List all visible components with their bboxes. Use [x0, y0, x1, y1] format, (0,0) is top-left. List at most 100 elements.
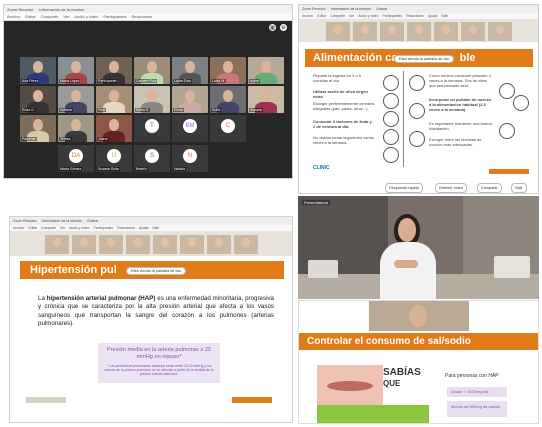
presenter-hands — [394, 260, 418, 268]
participant-avatar[interactable]: C — [210, 115, 246, 142]
bullet-item: Añadir < 1500mg/día — [447, 387, 507, 397]
video-tile[interactable]: Invitado — [58, 86, 94, 113]
slide-footer-bar — [232, 397, 272, 403]
grid-view-icon[interactable]: ▦ — [269, 24, 276, 31]
window-title: Zoom Reunión — [302, 7, 326, 11]
tab-record[interactable]: Grabar — [376, 7, 387, 11]
quick-reply-button[interactable]: Respuesta rápida — [385, 183, 423, 193]
menu-archivo[interactable]: Archivo — [7, 14, 20, 19]
menu-ver[interactable]: Ver — [63, 14, 69, 19]
tab-meeting-info[interactable]: Información de la reunión — [331, 7, 372, 11]
share-notice[interactable]: Está viendo la pantalla de Isa — [126, 267, 186, 275]
lips-image — [317, 365, 383, 405]
nuts-icon — [409, 103, 425, 119]
video-thumbnail[interactable] — [125, 234, 150, 254]
leave-button[interactable]: Salir — [511, 183, 527, 193]
video-tile[interactable]: Pilar — [96, 86, 132, 113]
video-tile[interactable]: Isabel — [248, 57, 284, 84]
participant-avatar[interactable]: T — [134, 115, 170, 142]
did-you-know-box: SABÍAS QUE — [383, 363, 429, 405]
tab-record[interactable]: Grabar — [87, 219, 98, 223]
video-tile[interactable]: Paciente — [20, 115, 56, 142]
participant-avatar[interactable]: U Susana Solar — [96, 145, 132, 172]
participant-avatar[interactable]: S Beatriz — [134, 145, 170, 172]
video-thumbnail[interactable] — [179, 234, 204, 254]
video-thumbnail[interactable] — [406, 21, 431, 41]
kitchen-appliance — [494, 256, 530, 278]
participant-avatar[interactable]: BM — [172, 115, 208, 142]
video-thumbnail[interactable] — [379, 21, 404, 41]
video-thumbnail[interactable] — [98, 234, 123, 254]
menu-ayuda[interactable]: Ayuda — [428, 14, 438, 18]
menu-archivo[interactable]: Archivo — [302, 14, 313, 18]
menu-salir[interactable]: Salir — [441, 14, 448, 18]
menu-editar[interactable]: Editar — [28, 226, 37, 230]
water-icon — [409, 131, 425, 147]
video-thumbnail[interactable] — [233, 234, 258, 254]
olive-oil-icon — [383, 93, 399, 109]
presenter-chef-jacket — [380, 242, 436, 299]
menu-reacciones[interactable]: Reacciones — [406, 14, 424, 18]
menu-bar: Archivo Editar Compartir Ver Audio y vid… — [299, 13, 538, 20]
menu-participantes[interactable]: Participantes — [94, 226, 114, 230]
tab-meeting-info[interactable]: Información de la reunión — [39, 7, 84, 12]
menu-salir[interactable]: Salir — [152, 226, 159, 230]
menu-audio-video[interactable]: Audio y video — [69, 226, 89, 230]
menu-editar[interactable]: Editar — [25, 14, 35, 19]
video-thumbnail[interactable] — [352, 21, 377, 41]
presenter-face — [398, 218, 416, 242]
participant-avatar[interactable]: DA Marta Gómez — [58, 145, 94, 172]
video-thumbnail[interactable] — [71, 234, 96, 254]
share-button[interactable]: Compartir — [477, 183, 502, 193]
menu-archivo[interactable]: Archivo — [13, 226, 24, 230]
menu-compartir[interactable]: Compartir — [330, 14, 345, 18]
menu-bar: Archivo Editar Compartir Ver Audio y vid… — [10, 225, 292, 232]
menu-reacciones[interactable]: Reacciones — [117, 226, 135, 230]
menu-participantes[interactable]: Participantes — [383, 14, 403, 18]
video-tile[interactable]: Luisa M. — [210, 57, 246, 84]
divider — [403, 71, 404, 167]
stop-video-button[interactable]: Detener vídeo — [435, 183, 467, 193]
menu-compartir[interactable]: Compartir — [41, 226, 56, 230]
menu-audio-video[interactable]: Audio y video — [74, 14, 98, 19]
menu-participantes[interactable]: Participantes — [103, 14, 126, 19]
video-tile[interactable]: Carmen Ruiz — [134, 57, 170, 84]
menu-ver[interactable]: Ver — [349, 14, 354, 18]
menu-audio-video[interactable]: Audio y video — [358, 14, 378, 18]
shared-slide-salt: Controlar el consumo de sal/sodio SABÍAS… — [298, 300, 539, 424]
video-tile[interactable]: Sofía — [210, 86, 246, 113]
menu-editar[interactable]: Editar — [317, 14, 326, 18]
participant-avatar[interactable]: N Natalia — [172, 145, 208, 172]
menu-ayuda[interactable]: Ayuda — [139, 226, 149, 230]
thumbnail-strip — [10, 232, 292, 256]
cooking-pot-icon — [513, 95, 529, 111]
video-tile[interactable]: Ana Pérez — [20, 57, 56, 84]
video-thumbnail[interactable] — [460, 21, 485, 41]
settings-icon[interactable]: ⚙ — [280, 24, 287, 31]
video-thumbnail[interactable] — [152, 234, 177, 254]
video-thumbnail[interactable] — [433, 21, 458, 41]
tab-meeting-info[interactable]: Información de la reunión — [42, 219, 83, 223]
meat-icon — [499, 83, 515, 99]
window-title: Zoom Reunión — [7, 6, 34, 12]
menu-ver[interactable]: Ver — [60, 226, 65, 230]
video-tile[interactable]: Teresa — [58, 115, 94, 142]
video-tile[interactable]: Juana — [96, 115, 132, 142]
video-tile[interactable]: Susana — [248, 86, 284, 113]
video-thumbnail[interactable] — [44, 234, 69, 254]
video-tile[interactable]: Rosa G. — [20, 86, 56, 113]
video-thumbnail[interactable] — [325, 21, 350, 41]
video-thumbnail[interactable] — [487, 21, 512, 41]
kitchen-appliance — [308, 260, 338, 278]
video-tile[interactable]: María López — [58, 57, 94, 84]
video-tile[interactable]: Laura Díaz — [172, 57, 208, 84]
window-titlebar: Zoom Reunión Información de la reunión G… — [299, 5, 538, 13]
video-tile[interactable]: Participante — [96, 57, 132, 84]
info-box: Presión media en la arteria pulmonar ≥ 2… — [98, 343, 220, 383]
menu-compartir[interactable]: Compartir — [41, 14, 59, 19]
video-tile[interactable]: Marta S. — [134, 86, 170, 113]
video-thumbnail[interactable] — [206, 234, 231, 254]
menu-reacciones[interactable]: Reacciones — [132, 14, 153, 19]
video-tile[interactable]: Elena — [172, 86, 208, 113]
share-notice[interactable]: Está viendo la pantalla de Isa — [394, 55, 454, 63]
